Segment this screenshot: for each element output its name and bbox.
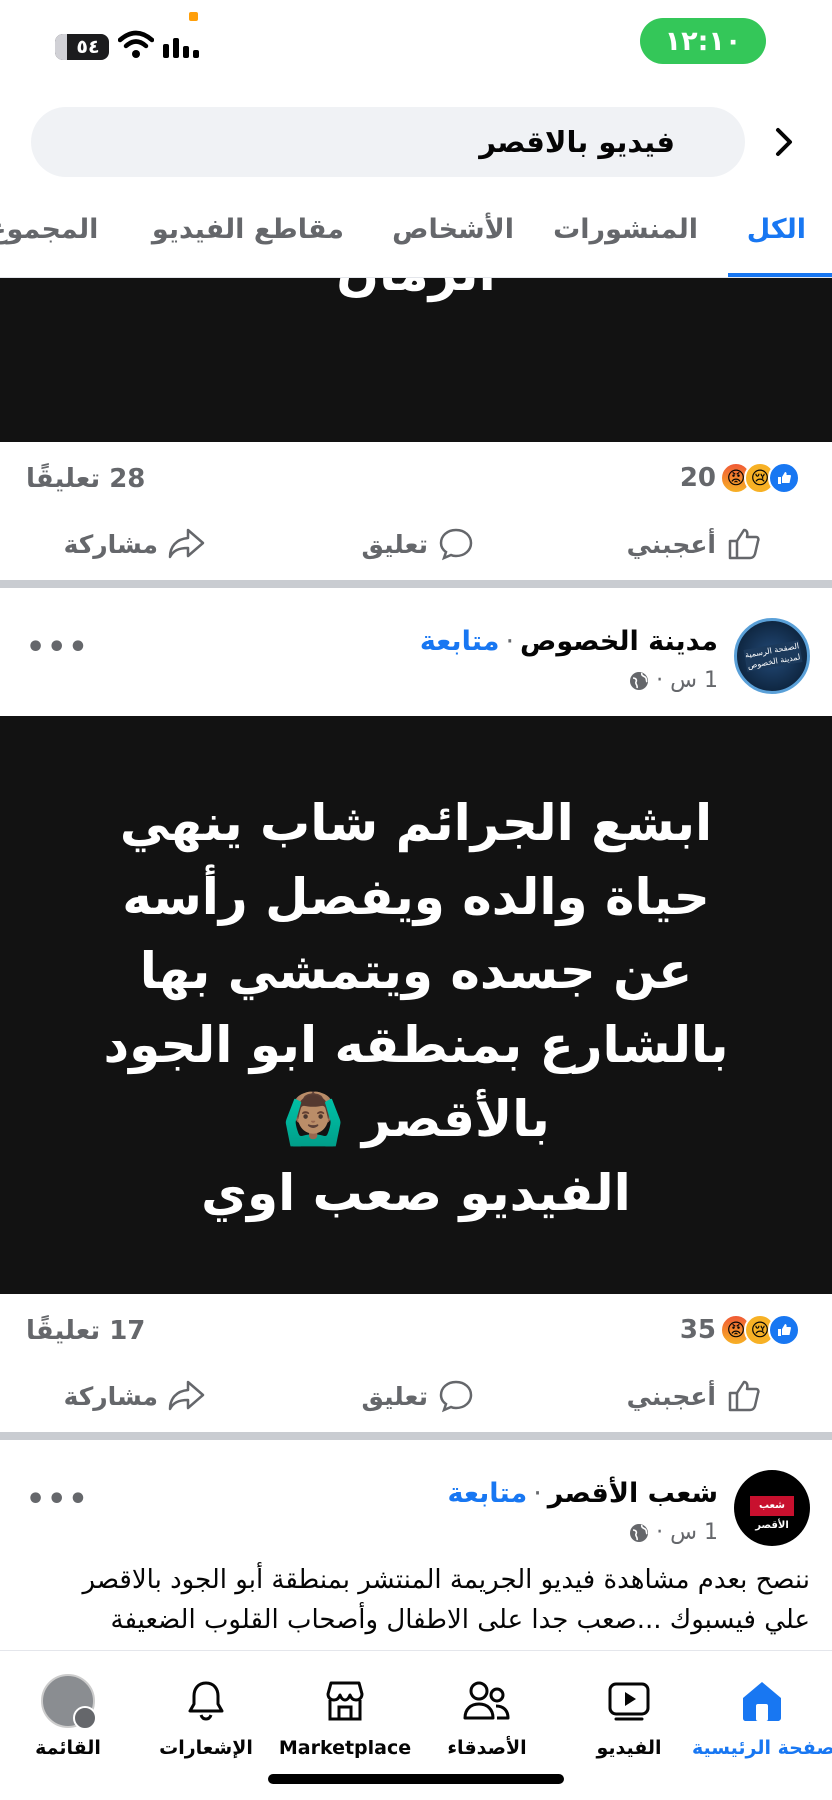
post-time: 1 س ·	[656, 1520, 718, 1545]
more-options-icon[interactable]: •••	[26, 1482, 90, 1517]
status-bar: ٥٤ ١٢:١٠	[0, 0, 832, 100]
like-icon	[728, 528, 760, 560]
tab-people[interactable]: الأشخاص	[392, 214, 514, 245]
like-label: أعجبني	[626, 529, 716, 559]
home-indicator[interactable]	[268, 1774, 564, 1784]
post2-stats: 17 تعليقًا 😢 😡 35	[0, 1298, 832, 1368]
post2-reactions[interactable]: 😢 😡 35	[680, 1314, 800, 1346]
globe-icon	[630, 671, 649, 690]
tab-posts[interactable]: المنشورات	[553, 214, 698, 245]
post2-title: مدينة الخصوص·متابعة	[419, 626, 718, 657]
page-avatar[interactable]: الصفحة الرسمية لمدينة الخصوص	[734, 618, 810, 694]
like-label: أعجبني	[626, 1381, 716, 1411]
nav-notifications[interactable]: الإشعارات	[136, 1671, 276, 1759]
share-icon	[168, 528, 205, 559]
post1-reactions[interactable]: 😢 😡 20	[680, 462, 800, 494]
page-name[interactable]: مدينة الخصوص	[520, 626, 718, 657]
like-button[interactable]: أعجبني	[627, 1378, 762, 1414]
more-options-icon[interactable]: •••	[26, 630, 90, 665]
comment-label: تعليق	[361, 1381, 428, 1411]
post2-actions: أعجبني تعليق مشاركة	[0, 1364, 832, 1440]
wifi-icon	[118, 30, 154, 58]
comment-label: تعليق	[361, 529, 428, 559]
like-button[interactable]: أعجبني	[627, 526, 762, 562]
page-name[interactable]: شعب الأقصر	[548, 1478, 718, 1509]
comment-icon	[439, 1380, 473, 1413]
post1-actions: أعجبني تعليق مشاركة	[0, 512, 832, 588]
battery-icon: ٥٤	[55, 34, 109, 60]
post2-header: الصفحة الرسمية لمدينة الخصوص مدينة الخصو…	[0, 608, 832, 708]
globe-icon	[630, 1523, 649, 1542]
post2-meta: 1 س ·	[628, 668, 718, 693]
menu-avatar-icon	[41, 1674, 97, 1730]
follow-button[interactable]: متابعة	[420, 626, 500, 657]
tab-groups[interactable]: المجموع	[0, 214, 98, 245]
tab-all[interactable]: الكل	[747, 214, 806, 245]
back-chevron-icon[interactable]	[764, 122, 804, 162]
post3-title: شعب الأقصر·متابعة	[447, 1478, 718, 1509]
privacy-indicator	[189, 12, 198, 21]
comment-icon	[439, 528, 473, 561]
post2-media-text: ابشع الجرائم شاب ينهي حياة والده ويفصل ر…	[103, 794, 729, 1222]
post1-video[interactable]: الزمان	[0, 278, 832, 442]
video-icon	[608, 1682, 650, 1721]
comment-button[interactable]: تعليق	[362, 1378, 474, 1414]
cellular-signal-icon	[163, 38, 199, 58]
share-button[interactable]: مشاركة	[64, 526, 206, 562]
friends-icon	[463, 1681, 510, 1720]
post-time: 1 س ·	[656, 668, 718, 693]
post2-comments-count[interactable]: 17 تعليقًا	[26, 1316, 145, 1346]
active-tab-indicator	[728, 273, 832, 277]
search-input[interactable]: فيديو بالاقصر	[31, 107, 745, 177]
nav-video[interactable]: الفيديو	[559, 1671, 699, 1759]
nav-home[interactable]: الصفحة الرئيسية	[692, 1671, 832, 1759]
share-label: مشاركة	[63, 529, 158, 559]
post3-header: شعب الأقصر شعب الأقصر·متابعة 1 س · •••	[0, 1460, 832, 1560]
like-reaction-icon	[768, 1314, 800, 1346]
page-avatar[interactable]: شعب الأقصر	[734, 1470, 810, 1546]
comment-button[interactable]: تعليق	[362, 526, 474, 562]
search-header: فيديو بالاقصر	[0, 100, 832, 188]
follow-button[interactable]: متابعة	[448, 1478, 528, 1509]
search-tabs: الكل المنشورات الأشخاص مقاطع الفيديو الم…	[0, 196, 832, 278]
like-icon	[728, 1380, 760, 1412]
post2-video[interactable]: ابشع الجرائم شاب ينهي حياة والده ويفصل ر…	[0, 716, 832, 1294]
share-icon	[168, 1380, 205, 1411]
share-label: مشاركة	[63, 1381, 158, 1411]
battery-level: ٥٤	[76, 36, 100, 58]
post3-meta: 1 س ·	[628, 1520, 718, 1545]
home-icon	[743, 1682, 781, 1721]
bell-icon	[188, 1681, 224, 1721]
like-reaction-icon	[768, 462, 800, 494]
status-time[interactable]: ١٢:١٠	[640, 18, 766, 64]
nav-menu[interactable]: القائمة	[0, 1671, 138, 1759]
nav-marketplace[interactable]: Marketplace	[275, 1671, 415, 1759]
post1-comments-count[interactable]: 28 تعليقًا	[26, 464, 145, 494]
post3-body[interactable]: ننصح بعدم مشاهدة فيديو الجريمة المنتشر ب…	[30, 1560, 811, 1648]
post2-reactions-count: 35	[679, 1315, 716, 1345]
marketplace-icon	[326, 1681, 364, 1721]
nav-friends[interactable]: الأصدقاء	[417, 1671, 557, 1759]
tab-videos[interactable]: مقاطع الفيديو	[152, 214, 344, 245]
post1-media-text: الزمان	[0, 278, 832, 302]
post1-stats: 28 تعليقًا 😢 😡 20	[0, 446, 832, 516]
post1-reactions-count: 20	[679, 463, 716, 493]
share-button[interactable]: مشاركة	[64, 1378, 206, 1414]
